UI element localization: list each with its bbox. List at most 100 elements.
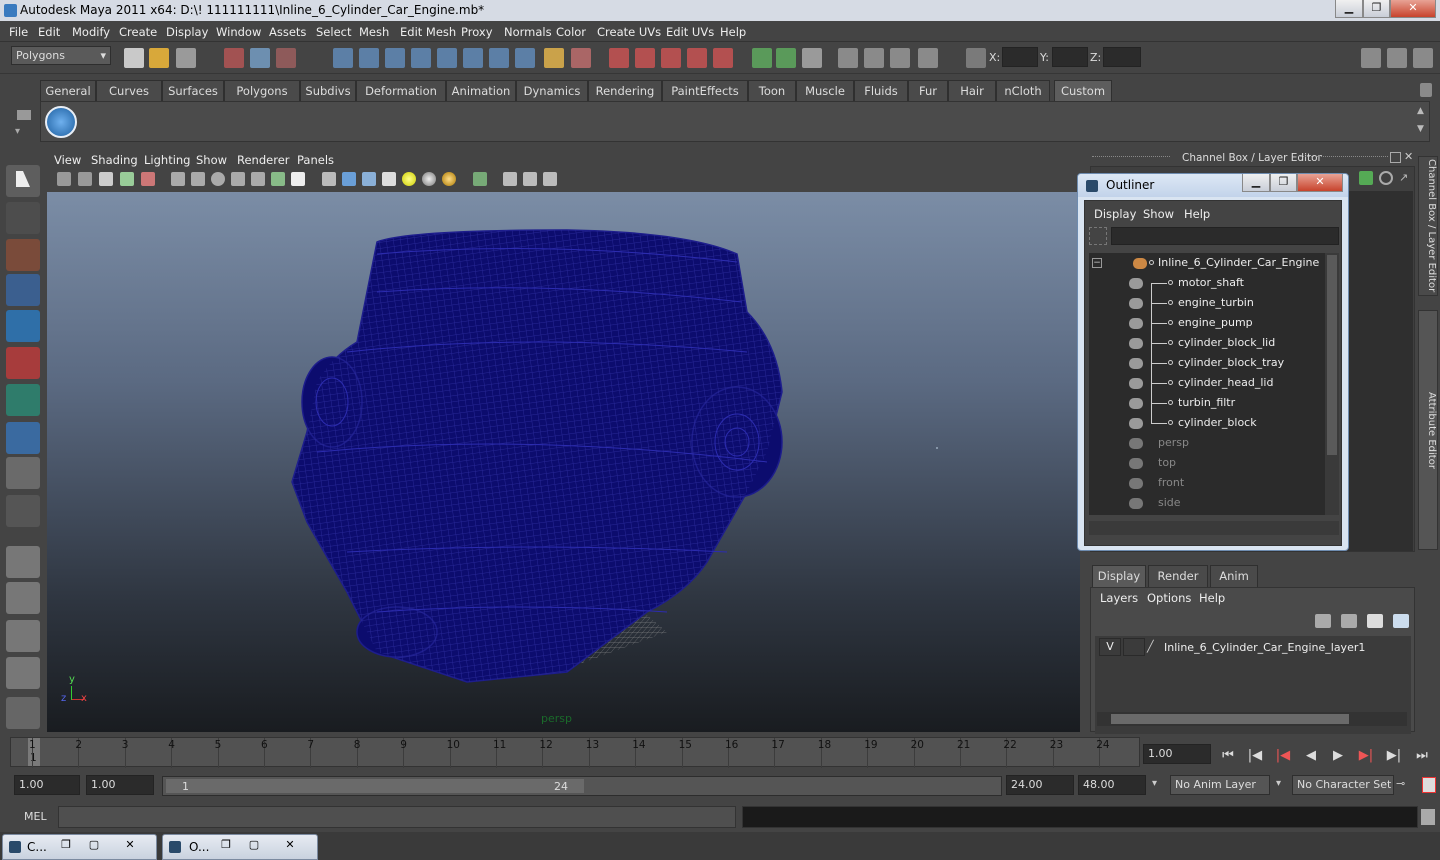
outliner-search-input[interactable] (1111, 227, 1339, 245)
image-plane-icon[interactable] (120, 172, 134, 186)
grid-icon[interactable] (171, 172, 185, 186)
layer-menu-layers[interactable]: Layers (1100, 591, 1138, 605)
snap-point-icon[interactable] (385, 48, 405, 68)
outliner-layout-icon[interactable] (6, 620, 40, 652)
last-tool-icon[interactable] (6, 495, 40, 527)
list-item-set[interactable]: defaultLightSet (1089, 511, 1325, 515)
list-item-child[interactable]: cylinder_head_lid (1089, 373, 1325, 393)
select-object-icon[interactable] (250, 48, 270, 68)
close-button[interactable]: ✕ (1390, 0, 1436, 18)
outliner-close-button[interactable]: ✕ (1297, 174, 1343, 192)
trash-icon[interactable] (1420, 83, 1432, 97)
go-to-end-icon[interactable]: ⏭ (1411, 747, 1433, 765)
time-slider[interactable]: 1 1 2 3 4 5 6 7 8 9 10 11 12 13 14 15 16 17 18 19 20 21 22 23 2… (10, 737, 1140, 768)
channel-box-toggle-icon[interactable] (838, 48, 858, 68)
tab-hair[interactable]: Hair (948, 80, 996, 101)
play-forwards-icon[interactable]: ▶ (1327, 747, 1349, 765)
render-current-icon[interactable] (661, 48, 681, 68)
y-field[interactable] (1052, 47, 1088, 67)
two-d-pan-zoom-icon[interactable] (141, 172, 155, 186)
backface-icon[interactable] (543, 172, 557, 186)
use-all-lights-icon[interactable] (402, 172, 416, 186)
menu-create-uvs[interactable]: Create UVs (597, 25, 661, 39)
restore-button[interactable]: ❐ (215, 838, 237, 852)
safe-action-icon[interactable] (271, 172, 285, 186)
start-time-field[interactable]: 1.00 (14, 775, 80, 795)
outliner-minimize-button[interactable]: ▁ (1242, 174, 1270, 192)
selection-mask-icon[interactable] (571, 48, 591, 68)
outliner-filter-icon[interactable] (1089, 227, 1107, 245)
panel-close-icon[interactable]: ✕ (1404, 150, 1416, 163)
tab-subdivs[interactable]: Subdivs (300, 80, 356, 101)
script-editor-icon[interactable] (1421, 809, 1435, 825)
menu-display[interactable]: Display (166, 25, 208, 39)
playback-end-field[interactable]: 24.00 (1006, 775, 1074, 795)
anim-layer-dropdown-arrow-icon[interactable]: ▾ (1152, 778, 1157, 789)
engine-wireframe-model[interactable] (47, 192, 1080, 732)
resolution-gate-icon[interactable] (890, 48, 910, 68)
outliner-maximize-button[interactable]: ❐ (1270, 174, 1297, 192)
tab-dynamics[interactable]: Dynamics (516, 80, 588, 101)
show-tool-settings-icon[interactable] (802, 48, 822, 68)
snap-curve-icon[interactable] (359, 48, 379, 68)
high-quality-icon[interactable] (442, 172, 456, 186)
help-query-icon[interactable] (515, 48, 535, 68)
playback-start-field[interactable]: 1.00 (86, 775, 154, 795)
character-set-dropdown[interactable]: No Character Set (1292, 775, 1394, 795)
command-input[interactable] (58, 806, 736, 828)
tab-toon[interactable]: Toon (748, 80, 796, 101)
drag-handle-right[interactable] (1300, 156, 1388, 160)
restore-button[interactable]: ❐ (55, 838, 77, 852)
layer-horizontal-scrollbar[interactable] (1097, 712, 1407, 726)
shadows-icon[interactable] (422, 172, 436, 186)
layout-options-icon[interactable] (1413, 48, 1433, 68)
menu-file[interactable]: File (9, 25, 28, 39)
soft-mod-tool-icon[interactable] (6, 422, 40, 454)
maximize-button[interactable]: ▢ (83, 838, 105, 852)
tab-curves[interactable]: Curves (96, 80, 162, 101)
snap-pivot-icon[interactable] (463, 48, 483, 68)
end-time-field[interactable]: 48.00 (1078, 775, 1146, 795)
channel-edit-icon[interactable]: ↗ (1399, 171, 1413, 185)
textured-icon[interactable] (382, 172, 396, 186)
new-layer-icon[interactable] (1367, 614, 1383, 628)
sidebar-toggle-icon[interactable] (1361, 48, 1381, 68)
menu-modify[interactable]: Modify (72, 25, 110, 39)
camera-attributes-icon[interactable] (78, 172, 92, 186)
range-slider-handle[interactable]: 1 24 (166, 779, 584, 793)
anim-layer-dropdown[interactable]: No Anim Layer (1170, 775, 1270, 795)
panel-float-icon[interactable] (1390, 152, 1401, 163)
snap-grid-icon[interactable] (333, 48, 353, 68)
list-item-child[interactable]: cylinder_block (1089, 413, 1325, 433)
layer-display-type-toggle[interactable] (1123, 638, 1145, 656)
tab-ncloth[interactable]: nCloth (996, 80, 1050, 101)
maximize-button[interactable]: ▢ (243, 838, 265, 852)
character-set-dropdown-arrow-icon[interactable]: ▾ (1276, 778, 1281, 789)
menu-help[interactable]: Help (720, 25, 746, 39)
panel-menu-shading[interactable]: Shading (91, 153, 138, 167)
bookmarks-icon[interactable] (99, 172, 113, 186)
list-item-child[interactable]: engine_pump (1089, 313, 1325, 333)
menu-proxy[interactable]: Proxy (461, 25, 493, 39)
list-item-camera[interactable]: side (1089, 493, 1325, 513)
outliner-titlebar[interactable]: Outliner ▁ ❐ ✕ (1078, 174, 1348, 197)
panel-menu-lighting[interactable]: Lighting (144, 153, 190, 167)
minimized-window[interactable]: O... ❐ ▢ ✕ (162, 834, 318, 860)
list-item-child[interactable]: motor_shaft (1089, 273, 1325, 293)
show-manipulator-icon[interactable] (6, 457, 40, 489)
current-time-field[interactable]: 1.00 (1143, 744, 1211, 764)
rotate-tool-icon[interactable] (6, 310, 40, 342)
list-item-camera[interactable]: persp (1089, 433, 1325, 453)
list-item-child[interactable]: cylinder_block_lid (1089, 333, 1325, 353)
history-icon[interactable] (609, 48, 629, 68)
shelf-options-icon[interactable]: ▾ (15, 126, 33, 137)
graph-layout-icon[interactable] (6, 657, 40, 689)
new-scene-icon[interactable] (124, 48, 144, 68)
outliner-vertical-scrollbar[interactable] (1325, 253, 1339, 515)
tab-muscle[interactable]: Muscle (796, 80, 854, 101)
panel-menu-renderer[interactable]: Renderer (237, 153, 290, 167)
list-item-camera[interactable]: front (1089, 473, 1325, 493)
z-field[interactable] (1103, 47, 1141, 67)
layer-visibility-toggle[interactable]: V (1099, 638, 1121, 656)
shelf-menu-icon[interactable] (17, 110, 31, 120)
